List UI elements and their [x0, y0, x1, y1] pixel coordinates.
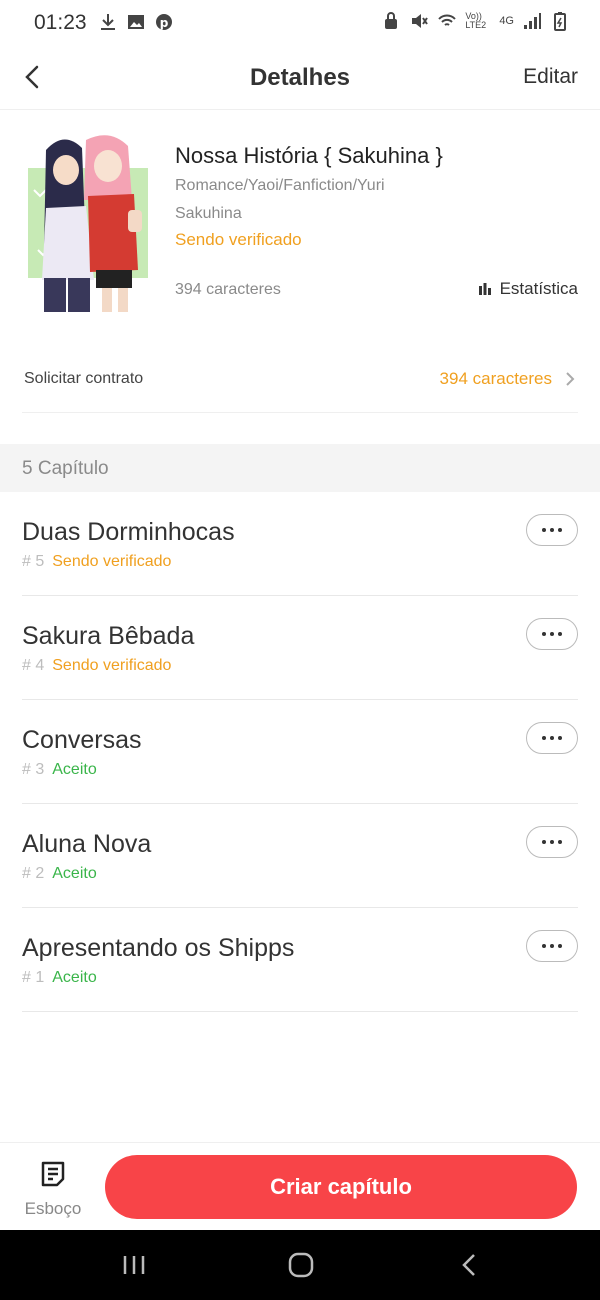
status-bar: 01:23 p Vo)) LTE2 4G — [0, 0, 600, 46]
chapter-meta: # 1 Aceito — [22, 969, 97, 987]
edit-button[interactable]: Editar — [523, 65, 578, 89]
chapter-status: Sendo verificado — [52, 553, 172, 570]
recent-apps-icon[interactable] — [119, 1250, 149, 1280]
chapter-list: Duas Dorminhocas # 5 Sendo verificado Sa… — [22, 492, 578, 1012]
system-icons: Vo)) LTE2 4G — [381, 11, 570, 31]
statistics-label: Estatística — [499, 279, 578, 298]
contract-value: 394 caracteres — [439, 369, 552, 388]
chapter-meta: # 4 Sendo verificado — [22, 657, 171, 675]
back-nav-icon[interactable] — [455, 1250, 485, 1280]
chapter-item[interactable]: Sakura Bêbada # 4 Sendo verificado — [22, 596, 578, 700]
volte-label: Vo)) LTE2 — [465, 11, 487, 30]
chapter-count: 5 Capítulo — [22, 458, 109, 479]
chapter-title: Aluna Nova — [22, 830, 152, 858]
network-label: 4G — [499, 15, 514, 27]
chapter-status: Sendo verificado — [52, 657, 172, 674]
contract-label: Solicitar contrato — [24, 370, 144, 387]
chapter-number: # 5 — [22, 553, 45, 570]
book-tags: Sakuhina — [175, 205, 242, 222]
bar-chart-icon — [478, 283, 491, 295]
chapter-title: Conversas — [22, 726, 142, 754]
create-chapter-button[interactable]: Criar capítulo — [105, 1155, 577, 1219]
draft-notepad-icon — [41, 1161, 65, 1187]
more-options-button[interactable] — [526, 930, 578, 962]
chapter-item[interactable]: Duas Dorminhocas # 5 Sendo verificado — [22, 492, 578, 596]
chapter-title: Apresentando os Shipps — [22, 934, 295, 962]
chapter-number: # 3 — [22, 761, 45, 778]
more-options-button[interactable] — [526, 618, 578, 650]
chapter-title: Duas Dorminhocas — [22, 518, 235, 546]
mute-icon — [412, 14, 429, 28]
statistics-button[interactable]: Estatística — [478, 279, 578, 299]
page-title: Detalhes — [249, 64, 351, 91]
chapter-item[interactable]: Conversas # 3 Aceito — [22, 700, 578, 804]
system-navigation-bar — [0, 1230, 600, 1300]
home-icon[interactable] — [286, 1250, 316, 1280]
character-count: 394 caracteres — [175, 281, 281, 298]
image-icon — [128, 15, 144, 29]
draft-label: Esboço — [24, 1199, 82, 1218]
notification-icons: p — [98, 12, 174, 32]
chapter-item[interactable]: Aluna Nova # 2 Aceito — [22, 804, 578, 908]
chapter-title: Sakura Bêbada — [22, 622, 195, 650]
chapter-number: # 1 — [22, 969, 45, 986]
chapter-section-header: 5 Capítulo — [0, 444, 600, 492]
book-genres: Romance/Yaoi/Fanfiction/Yuri — [175, 177, 385, 194]
chapter-status: Aceito — [52, 761, 97, 778]
bottom-action-bar: Esboço Criar capítulo — [0, 1142, 600, 1230]
lock-icon — [385, 12, 398, 29]
download-icon — [101, 14, 115, 30]
header: Detalhes Editar — [0, 46, 600, 110]
book-status: Sendo verificado — [175, 230, 302, 249]
svg-text:p: p — [160, 16, 169, 30]
chapter-meta: # 3 Aceito — [22, 761, 97, 779]
chapter-number: # 4 — [22, 657, 45, 674]
chapter-status: Aceito — [52, 865, 97, 882]
status-time: 01:23 — [34, 11, 87, 34]
wifi-icon — [438, 14, 457, 26]
pinterest-icon: p — [156, 14, 172, 30]
draft-button[interactable]: Esboço — [16, 1157, 90, 1221]
book-title: Nossa História { Sakuhina } — [175, 143, 443, 168]
more-options-button[interactable] — [526, 722, 578, 754]
chapter-meta: # 5 Sendo verificado — [22, 553, 171, 571]
more-options-button[interactable] — [526, 514, 578, 546]
chevron-right-icon — [566, 372, 575, 386]
battery-icon — [554, 12, 566, 31]
chapter-number: # 2 — [22, 865, 45, 882]
signal-icon — [524, 13, 541, 29]
chapter-meta: # 2 Aceito — [22, 865, 97, 883]
request-contract-row[interactable]: Solicitar contrato 394 caracteres — [22, 346, 578, 413]
chapter-status: Aceito — [52, 969, 97, 986]
chapter-item[interactable]: Apresentando os Shipps # 1 Aceito — [22, 908, 578, 1012]
more-options-button[interactable] — [526, 826, 578, 858]
book-cover-image[interactable] — [24, 130, 152, 316]
